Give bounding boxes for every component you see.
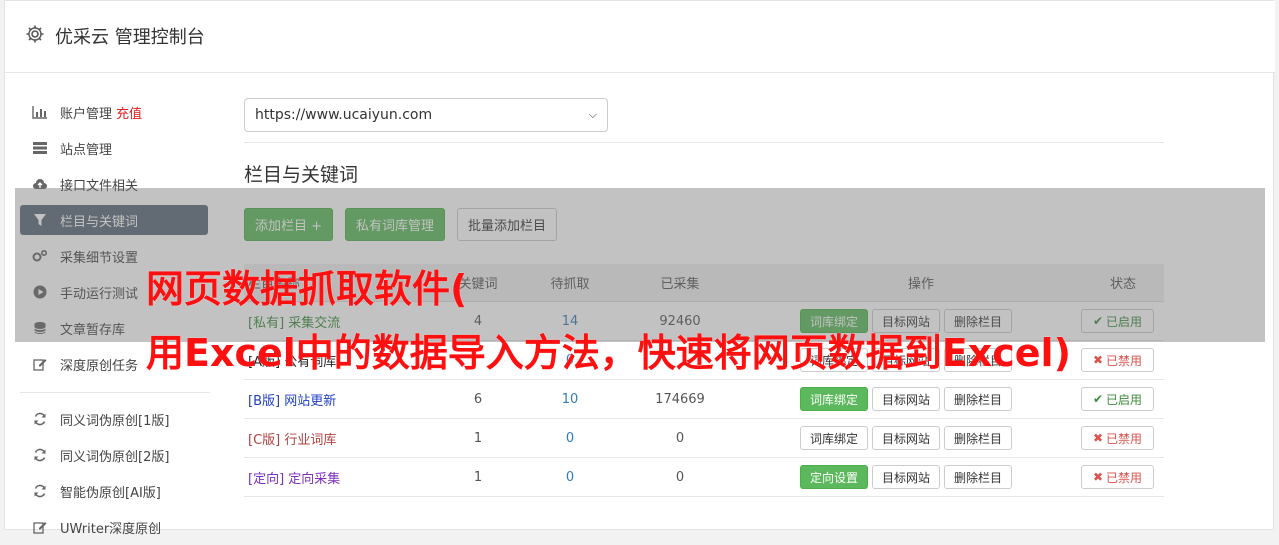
column-tag: [C版]	[248, 432, 281, 448]
status-cell: ✖ 已禁用	[1042, 426, 1164, 450]
header: 优采云 管理控制台	[5, 1, 1275, 73]
column-title: 行业词库	[284, 432, 337, 448]
status-cell: ✔ 已启用	[1042, 387, 1164, 411]
cross-icon: ✖	[1092, 353, 1104, 367]
table-row: [C版] 行业词库 1 0 0 词库绑定 目标网站 删除栏目 ✖ 已禁用	[244, 419, 1164, 458]
edit-icon	[32, 356, 48, 372]
overlay-band	[15, 188, 1265, 342]
sidebar-item[interactable]: 站点管理	[20, 130, 210, 166]
sidebar-item[interactable]: 账户管理 充值	[20, 94, 210, 130]
overlay-title-line2: 用Excel中的数据导入方法，快速将网页数据到Excel)	[146, 331, 1071, 375]
sidebar-item[interactable]: 智能伪原创[AI版]	[20, 473, 210, 509]
keyword-count: 6	[473, 391, 483, 407]
recharge-link[interactable]: 充值	[116, 103, 142, 122]
delete-column-button[interactable]: 删除栏目	[944, 465, 1013, 489]
target-site-button[interactable]: 目标网站	[872, 387, 941, 411]
site-select[interactable]: https://www.ucaiyun.com ⌵	[244, 98, 608, 132]
sidebar-item-label: UWriter深度原创	[60, 521, 162, 537]
status-toggle[interactable]: ✖ 已禁用	[1081, 465, 1154, 489]
section-title: 栏目与关键词	[244, 164, 359, 186]
column-name[interactable]: [C版] 行业词库	[244, 429, 434, 448]
gear-icon	[26, 25, 44, 43]
pending-count[interactable]: 0	[522, 470, 618, 485]
table-row: [B版] 网站更新 6 10 174669 词库绑定 目标网站 删除栏目 ✔ 已启用	[244, 380, 1164, 419]
row-actions: 词库绑定 目标网站 删除栏目	[742, 387, 1042, 411]
edit-icon	[32, 519, 48, 535]
sidebar-item[interactable]: 同义词伪原创[1版]	[20, 401, 210, 437]
column-name[interactable]: [B版] 网站更新	[244, 390, 434, 409]
delete-column-button[interactable]: 删除栏目	[944, 387, 1013, 411]
keyword-count: 1	[473, 469, 483, 485]
collected-count: 174669	[655, 391, 705, 407]
target-site-button[interactable]: 目标网站	[872, 465, 941, 489]
status-toggle[interactable]: ✔ 已启用	[1081, 387, 1154, 411]
status-toggle[interactable]: ✖ 已禁用	[1081, 426, 1154, 450]
sidebar-item-label: 同义词伪原创[1版]	[60, 413, 170, 429]
sidebar-item-label: 账户管理	[60, 106, 113, 122]
pending-count[interactable]: 0	[522, 431, 618, 446]
column-name[interactable]: [定向] 定向采集	[244, 468, 434, 487]
table-row: [定向] 定向采集 1 0 0 定向设置 目标网站 删除栏目 ✖ 已禁用	[244, 458, 1164, 497]
sidebar-item-label: 智能伪原创[AI版]	[60, 485, 161, 501]
delete-column-button[interactable]: 删除栏目	[944, 426, 1013, 450]
page-title: 优采云 管理控制台	[55, 27, 205, 48]
status-label: 已禁用	[1106, 470, 1143, 485]
bind-lexicon-button[interactable]: 词库绑定	[800, 387, 869, 411]
target-site-button[interactable]: 目标网站	[872, 426, 941, 450]
divider	[244, 142, 1164, 143]
status-label: 已禁用	[1106, 431, 1143, 446]
refresh-icon	[32, 483, 48, 499]
bind-lexicon-button[interactable]: 词库绑定	[800, 426, 869, 450]
refresh-icon	[32, 411, 48, 427]
column-title: 网站更新	[284, 393, 337, 409]
status-label: 已禁用	[1106, 353, 1143, 368]
check-icon: ✔	[1092, 392, 1104, 406]
overlay-title-line1: 网页数据抓取软件(	[146, 267, 468, 311]
status-cell: ✖ 已禁用	[1042, 465, 1164, 489]
row-actions: 定向设置 目标网站 删除栏目	[742, 465, 1042, 489]
keyword-count: 1	[473, 430, 483, 446]
cross-icon: ✖	[1092, 470, 1104, 484]
bind-lexicon-button[interactable]: 定向设置	[800, 465, 869, 489]
sidebar-divider	[20, 392, 210, 393]
status-label: 已启用	[1106, 392, 1143, 407]
collected-count: 0	[675, 430, 685, 446]
cross-icon: ✖	[1092, 431, 1104, 445]
site-select-value: https://www.ucaiyun.com	[255, 107, 433, 123]
column-title: 定向采集	[288, 471, 341, 487]
sidebar-item-label: 同义词伪原创[2版]	[60, 449, 170, 465]
column-tag: [B版]	[248, 393, 281, 409]
sidebar-item-label: 站点管理	[60, 142, 113, 158]
sidebar-item[interactable]: 同义词伪原创[2版]	[20, 437, 210, 473]
refresh-icon	[32, 447, 48, 463]
row-actions: 词库绑定 目标网站 删除栏目	[742, 426, 1042, 450]
column-tag: [定向]	[248, 471, 285, 487]
chevron-down-icon: ⌵	[588, 108, 597, 121]
collected-count: 0	[675, 469, 685, 485]
sidebar-item-label: 深度原创任务	[60, 358, 139, 374]
bar-chart-icon	[32, 104, 48, 120]
pending-count[interactable]: 10	[522, 392, 618, 407]
sidebar-item[interactable]: UWriter深度原创	[20, 509, 210, 545]
server-icon	[32, 140, 48, 156]
status-toggle[interactable]: ✖ 已禁用	[1081, 348, 1154, 372]
